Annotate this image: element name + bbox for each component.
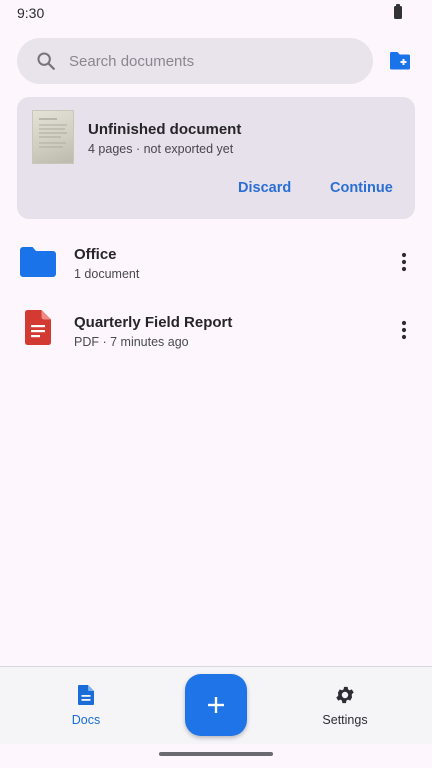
search-input[interactable]: [69, 38, 359, 84]
discard-button[interactable]: Discard: [238, 180, 291, 196]
pdf-document-icon: [25, 310, 51, 345]
nav-settings-tab[interactable]: Settings: [285, 667, 405, 745]
unfinished-document-card: Unfinished document 4 pages · not export…: [17, 97, 415, 219]
continue-button[interactable]: Continue: [330, 180, 393, 196]
status-bar: 9:30: [0, 0, 432, 26]
draft-subtitle: 4 pages · not exported yet: [88, 142, 234, 156]
search-bar[interactable]: [17, 38, 373, 84]
plus-icon: [208, 697, 224, 713]
folder-icon: [20, 247, 56, 277]
more-options-icon[interactable]: [392, 250, 416, 274]
item-subtitle: PDF · 7 minutes ago: [74, 335, 189, 349]
gesture-handle[interactable]: [159, 752, 273, 756]
document-icon: [78, 685, 94, 705]
gear-icon: [336, 686, 354, 704]
more-options-icon[interactable]: [392, 318, 416, 342]
add-document-button[interactable]: [185, 674, 247, 736]
battery-icon: [394, 4, 402, 19]
draft-title: Unfinished document: [88, 121, 242, 138]
list-item[interactable]: Quarterly Field Report PDF · 7 minutes a…: [0, 298, 432, 362]
nav-docs-label: Docs: [71, 713, 101, 727]
new-folder-icon[interactable]: [388, 50, 412, 72]
screen: 9:30 Unfinished document 4 pages · not e…: [0, 0, 432, 768]
item-title: Quarterly Field Report: [74, 314, 233, 331]
nav-docs-tab[interactable]: Docs: [26, 667, 146, 745]
item-title: Office: [74, 246, 117, 263]
list-item[interactable]: Office 1 document: [0, 230, 432, 294]
search-icon: [37, 52, 55, 70]
nav-settings-label: Settings: [322, 713, 368, 727]
status-time: 9:30: [17, 5, 45, 21]
document-thumbnail: [32, 110, 74, 164]
item-subtitle: 1 document: [74, 267, 140, 281]
